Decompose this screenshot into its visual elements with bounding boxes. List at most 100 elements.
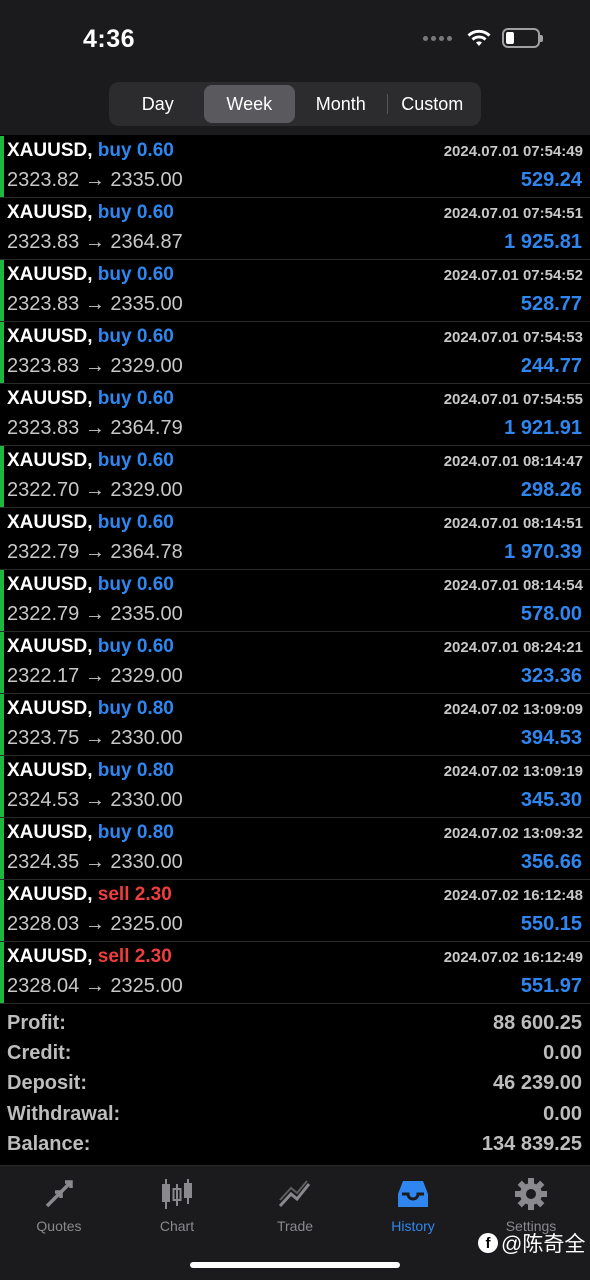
tab-label: History [391,1218,435,1234]
trade-row[interactable]: XAUUSD, buy 0.80 2024.07.02 13:09:09 2323.… [0,694,590,756]
trade-symbol: XAUUSD, [7,574,93,595]
trade-profit: 1 970.39 [504,541,582,563]
segment-week[interactable]: Week [203,85,295,123]
trade-profit: 394.53 [520,727,582,749]
arrow-right-icon: → [84,665,105,687]
summary-value: 0.00 [543,1102,582,1125]
trade-side: buy [97,202,132,223]
trade-symbol: XAUUSD, [7,698,93,719]
trade-row[interactable]: XAUUSD, buy 0.60 2024.07.01 07:54:52 2323.… [0,260,590,322]
tab-chart[interactable]: Chart [118,1174,236,1234]
trade-prices: 2322.79 → 2335.00 [7,603,183,626]
trade-side: buy [97,388,132,409]
close-price: 2335.00 [110,293,183,315]
arrow-right-icon: → [84,479,105,501]
arrow-right-icon: → [84,417,105,439]
trade-prices: 2323.82 → 2335.00 [7,169,183,192]
trade-time: 2024.07.01 07:54:49 [443,143,583,160]
trade-title: XAUUSD, sell 2.30 [7,946,172,968]
trade-symbol: XAUUSD, [7,946,93,967]
trade-symbol: XAUUSD, [7,636,93,657]
trade-prices: 2324.53 → 2330.00 [7,789,183,812]
trade-volume: 0.80 [136,698,174,719]
top-area: 4:36 Day Week Month Custom [0,0,590,135]
trade-side: buy [97,450,132,471]
close-price: 2364.87 [110,231,183,253]
trade-title: XAUUSD, buy 0.60 [7,264,174,286]
close-price: 2364.78 [110,541,183,563]
trade-volume: 0.60 [136,450,174,471]
trade-row[interactable]: XAUUSD, sell 2.30 2024.07.02 16:12:48 2328… [0,880,590,942]
arrow-right-icon: → [84,851,105,873]
trade-side: buy [97,326,132,347]
arrow-right-icon: → [84,913,105,935]
tab-quotes[interactable]: Quotes [0,1174,118,1234]
segment-day[interactable]: Day [112,85,204,123]
trade-row[interactable]: XAUUSD, buy 0.60 2024.07.01 07:54:55 2323.… [0,384,590,446]
summary-label: Balance: [7,1132,91,1155]
trade-time: 2024.07.01 08:14:54 [443,577,583,594]
tab-trade[interactable]: Trade [236,1174,354,1234]
home-indicator[interactable] [190,1262,400,1268]
trade-volume: 0.60 [136,202,174,223]
segment-month[interactable]: Month [295,85,387,123]
trade-volume: 0.80 [136,760,174,781]
trade-row[interactable]: XAUUSD, buy 0.60 2024.07.01 08:14:47 2322.… [0,446,590,508]
trade-volume: 2.30 [134,884,172,905]
trade-row[interactable]: XAUUSD, buy 0.80 2024.07.02 13:09:19 2324.… [0,756,590,818]
trade-title: XAUUSD, buy 0.60 [7,574,174,596]
segment-label: Month [315,93,366,114]
arrow-right-icon: → [84,169,105,191]
tab-label: Trade [276,1218,314,1234]
trade-row[interactable]: XAUUSD, buy 0.60 2024.07.01 07:54:51 2323.… [0,198,590,260]
trade-history-list: XAUUSD, buy 0.60 2024.07.01 07:54:49 2323.… [0,136,590,1004]
trade-row[interactable]: XAUUSD, sell 2.30 2024.07.02 16:12:49 2328… [0,942,590,1004]
status-time: 4:36 [83,25,136,53]
tab-history[interactable]: History [354,1174,472,1234]
trade-profit: 550.15 [520,913,582,935]
gear-icon [511,1174,551,1214]
trade-row[interactable]: XAUUSD, buy 0.60 2024.07.01 07:54:49 2323.… [0,136,590,198]
open-price: 2323.83 [7,231,80,253]
trade-side: buy [97,822,132,843]
trade-time: 2024.07.02 13:09:09 [443,701,583,718]
trade-prices: 2323.83 → 2335.00 [7,293,183,316]
open-price: 2323.75 [7,727,80,749]
close-price: 2335.00 [110,169,183,191]
trade-row[interactable]: XAUUSD, buy 0.60 2024.07.01 08:14:51 2322.… [0,508,590,570]
summary-label: Deposit: [7,1072,87,1095]
trade-side: buy [97,698,132,719]
trade-volume: 0.60 [136,388,174,409]
trade-side: buy [97,760,132,781]
trade-side: buy [97,636,132,657]
wifi-icon [467,29,491,46]
segment-custom[interactable]: Custom [386,85,479,123]
trade-symbol: XAUUSD, [7,202,93,223]
trade-symbol: XAUUSD, [7,512,93,533]
trade-title: XAUUSD, buy 0.80 [7,698,174,720]
trade-row[interactable]: XAUUSD, buy 0.60 2024.07.01 08:24:21 2322.… [0,632,590,694]
summary-value: 88 600.25 [493,1011,582,1034]
summary-value: 0.00 [543,1041,582,1064]
trade-time: 2024.07.01 07:54:55 [443,391,583,408]
trade-volume: 0.60 [136,636,174,657]
trade-row[interactable]: XAUUSD, buy 0.80 2024.07.02 13:09:32 2324.… [0,818,590,880]
trade-time: 2024.07.01 07:54:52 [443,267,583,284]
trade-title: XAUUSD, buy 0.60 [7,326,174,348]
battery-icon [502,28,543,48]
trade-symbol: XAUUSD, [7,264,93,285]
trade-time: 2024.07.01 08:24:21 [443,639,583,656]
summary-label: Profit: [7,1011,66,1034]
trade-prices: 2322.70 → 2329.00 [7,479,183,502]
segment-label: Custom [401,93,464,114]
trade-row[interactable]: XAUUSD, buy 0.60 2024.07.01 07:54:53 2323.… [0,322,590,384]
arrow-right-icon: → [84,541,105,563]
trade-row[interactable]: XAUUSD, buy 0.60 2024.07.01 08:14:54 2322.… [0,570,590,632]
arrow-right-icon: → [84,727,105,749]
trade-symbol: XAUUSD, [7,450,93,471]
trade-time: 2024.07.02 16:12:49 [443,949,583,966]
tab-settings[interactable]: Settings [472,1174,590,1234]
close-price: 2330.00 [110,851,183,873]
trade-volume: 0.60 [136,140,174,161]
open-price: 2324.35 [7,851,80,873]
